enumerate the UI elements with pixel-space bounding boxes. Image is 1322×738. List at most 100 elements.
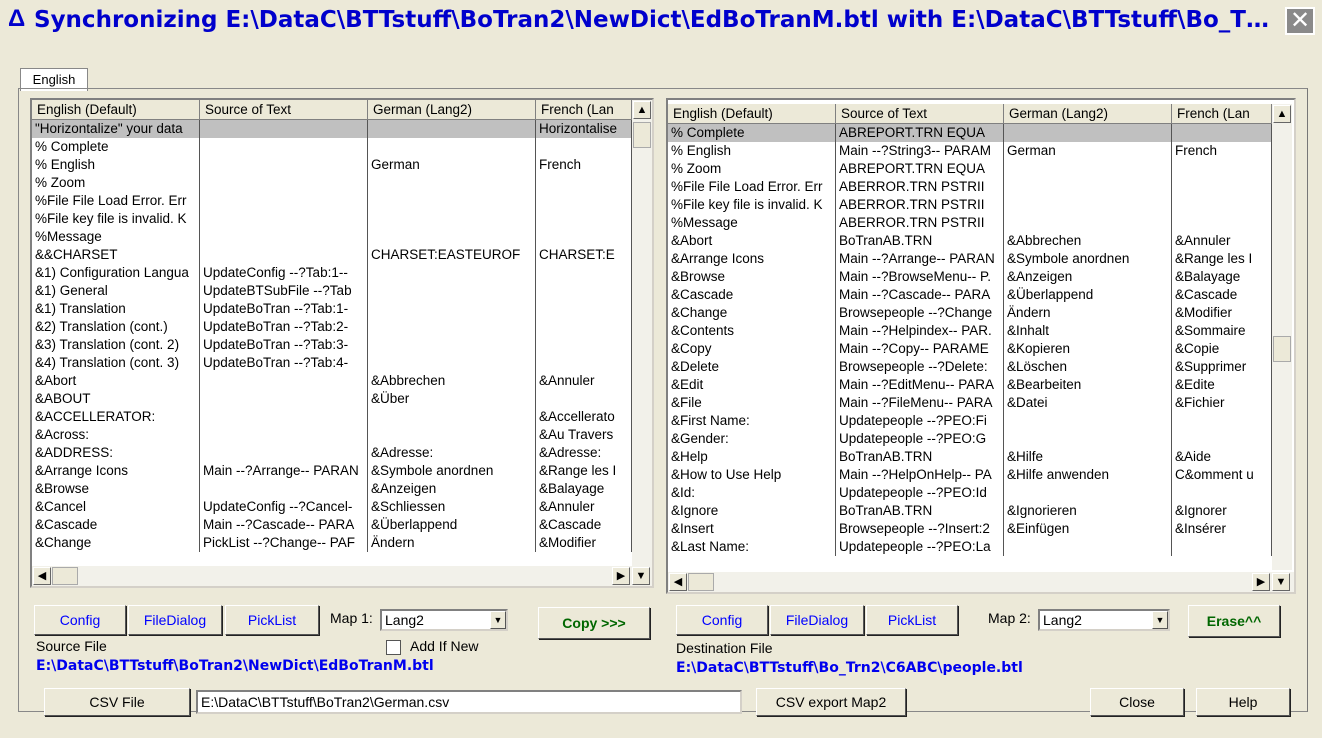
table-row[interactable]: %File key file is invalid. K: [32, 210, 632, 228]
table-row[interactable]: "Horizontalize" your data Horizontalise: [32, 120, 632, 138]
chevron-down-icon[interactable]: ▼: [1152, 611, 1168, 629]
right-picklist-button[interactable]: PickList: [866, 605, 958, 635]
table-cell: Main --?String3-- PARAM: [836, 142, 1004, 160]
table-row[interactable]: &Id: Updatepeople --?PEO:Id: [668, 484, 1272, 502]
right-config-button[interactable]: Config: [676, 605, 768, 635]
copy-button[interactable]: Copy >>>: [538, 607, 650, 639]
source-grid[interactable]: English (Default) Source of Text German (L…: [30, 98, 654, 588]
table-row[interactable]: &Cascade Main --?Cascade-- PARA &Überlappe…: [32, 516, 632, 534]
left-filedialog-button[interactable]: FileDialog: [128, 605, 222, 635]
close-button[interactable]: Close: [1090, 688, 1184, 716]
table-row[interactable]: &Browse Main --?BrowseMenu-- P. &Anzeigen &…: [668, 268, 1272, 286]
scroll-down-icon[interactable]: ▼: [632, 567, 650, 585]
table-row[interactable]: &File Main --?FileMenu-- PARA &Datei &Fichi…: [668, 394, 1272, 412]
table-row[interactable]: &Contents Main --?Helpindex-- PAR. &Inhalt…: [668, 322, 1272, 340]
chevron-down-icon[interactable]: ▼: [490, 611, 506, 629]
scroll-down-icon[interactable]: ▼: [1272, 573, 1290, 591]
table-row[interactable]: &How to Use Help Main --?HelpOnHelp-- PA &…: [668, 466, 1272, 484]
table-row[interactable]: &Cascade Main --?Cascade-- PARA &Überlappe…: [668, 286, 1272, 304]
table-row[interactable]: &Arrange Icons Main --?Arrange-- PARAN &Sy…: [32, 462, 632, 480]
column-header[interactable]: French (Lan: [1172, 104, 1272, 124]
table-row[interactable]: %File File Load Error. Err: [32, 192, 632, 210]
table-row[interactable]: %File key file is invalid. K ABERROR.TRN …: [668, 196, 1272, 214]
table-row[interactable]: &4) Translation (cont. 3) UpdateBoTran --…: [32, 354, 632, 372]
table-row[interactable]: &2) Translation (cont.) UpdateBoTran --?T…: [32, 318, 632, 336]
column-header[interactable]: German (Lang2): [368, 100, 536, 120]
table-row[interactable]: % Zoom ABREPORT.TRN EQUA: [668, 160, 1272, 178]
erase-button[interactable]: Erase^^: [1188, 605, 1280, 637]
destination-vertical-scrollbar[interactable]: ▲: [1272, 104, 1292, 570]
close-icon[interactable]: ✕: [1285, 7, 1315, 35]
table-row[interactable]: &Abort &Abbrechen &Annuler: [32, 372, 632, 390]
scroll-left-icon[interactable]: ◀: [33, 567, 51, 585]
table-row[interactable]: &ADDRESS: &Adresse: &Adresse:: [32, 444, 632, 462]
table-row[interactable]: &Insert Browsepeople --?Insert:2 &Einfügen…: [668, 520, 1272, 538]
map1-select[interactable]: Lang2 ▼: [380, 609, 508, 631]
table-row[interactable]: &Ignore BoTranAB.TRN &Ignorieren &Ignorer: [668, 502, 1272, 520]
table-cell: %Message: [32, 228, 200, 246]
table-row[interactable]: &Copy Main --?Copy-- PARAME &Kopieren &Copi…: [668, 340, 1272, 358]
scroll-up-icon[interactable]: ▲: [1273, 105, 1291, 123]
column-header[interactable]: French (Lan: [536, 100, 632, 120]
hscroll-thumb[interactable]: [52, 567, 78, 585]
scroll-thumb[interactable]: [633, 122, 651, 148]
map2-select[interactable]: Lang2 ▼: [1038, 609, 1170, 631]
table-cell: &Anzeigen: [1004, 268, 1172, 286]
table-row[interactable]: &First Name: Updatepeople --?PEO:Fi: [668, 412, 1272, 430]
table-row[interactable]: &Change PickList --?Change-- PAF Ändern &Mo…: [32, 534, 632, 552]
source-horizontal-scrollbar[interactable]: ◀ ▶ ▼: [32, 566, 652, 586]
table-row[interactable]: &Help BoTranAB.TRN &Hilfe &Aide: [668, 448, 1272, 466]
scroll-left-icon[interactable]: ◀: [669, 573, 687, 591]
column-header[interactable]: English (Default): [32, 100, 200, 120]
destination-horizontal-scrollbar[interactable]: ◀ ▶ ▼: [668, 572, 1294, 592]
table-row[interactable]: % Complete ABREPORT.TRN EQUA: [668, 124, 1272, 142]
table-row[interactable]: &ACCELLERATOR: &Accellerato: [32, 408, 632, 426]
table-row[interactable]: &1) Translation UpdateBoTran --?Tab:1-: [32, 300, 632, 318]
table-row[interactable]: &Delete Browsepeople --?Delete: &Löschen &S…: [668, 358, 1272, 376]
table-row[interactable]: %Message: [32, 228, 632, 246]
table-row[interactable]: %File File Load Error. Err ABERROR.TRN PS…: [668, 178, 1272, 196]
left-config-button[interactable]: Config: [34, 605, 126, 635]
table-row[interactable]: &Last Name: Updatepeople --?PEO:La: [668, 538, 1272, 556]
scroll-right-icon[interactable]: ▶: [612, 567, 630, 585]
hscroll-thumb[interactable]: [688, 573, 714, 591]
table-row[interactable]: % English Main --?String3-- PARAM German Fr…: [668, 142, 1272, 160]
table-row[interactable]: &Across: &Au Travers: [32, 426, 632, 444]
table-cell: &Edit: [668, 376, 836, 394]
table-cell: &Change: [32, 534, 200, 552]
table-cell: [1172, 124, 1272, 142]
right-filedialog-button[interactable]: FileDialog: [770, 605, 864, 635]
scroll-up-icon[interactable]: ▲: [633, 101, 651, 119]
csv-file-button[interactable]: CSV File: [44, 688, 190, 716]
table-row[interactable]: %Message ABERROR.TRN PSTRII: [668, 214, 1272, 232]
left-picklist-button[interactable]: PickList: [225, 605, 319, 635]
table-row[interactable]: &Edit Main --?EditMenu-- PARA &Bearbeiten &…: [668, 376, 1272, 394]
table-row[interactable]: &Abort BoTranAB.TRN &Abbrechen &Annuler: [668, 232, 1272, 250]
csv-export-button[interactable]: CSV export Map2: [756, 688, 906, 716]
table-row[interactable]: % Zoom: [32, 174, 632, 192]
table-row[interactable]: &Arrange Icons Main --?Arrange-- PARAN &Sy…: [668, 250, 1272, 268]
table-row[interactable]: &ABOUT &Über: [32, 390, 632, 408]
add-if-new-checkbox[interactable]: [386, 640, 401, 655]
table-row[interactable]: % English German French: [32, 156, 632, 174]
scroll-thumb[interactable]: [1273, 336, 1291, 362]
help-button[interactable]: Help: [1196, 688, 1290, 716]
column-header[interactable]: Source of Text: [200, 100, 368, 120]
csv-path-field[interactable]: E:\DataC\BTTstuff\BoTran2\German.csv: [196, 690, 742, 714]
table-row[interactable]: &&CHARSET CHARSET:EASTEUROF CHARSET:E: [32, 246, 632, 264]
table-row[interactable]: &Browse &Anzeigen &Balayage: [32, 480, 632, 498]
table-cell: &Au Travers: [536, 426, 632, 444]
table-row[interactable]: &Cancel UpdateConfig --?Cancel- &Schliesse…: [32, 498, 632, 516]
table-row[interactable]: &1) General UpdateBTSubFile --?Tab: [32, 282, 632, 300]
table-row[interactable]: % Complete: [32, 138, 632, 156]
source-vertical-scrollbar[interactable]: ▲: [632, 100, 652, 566]
table-row[interactable]: &3) Translation (cont. 2) UpdateBoTran --…: [32, 336, 632, 354]
table-row[interactable]: &Gender: Updatepeople --?PEO:G: [668, 430, 1272, 448]
scroll-right-icon[interactable]: ▶: [1252, 573, 1270, 591]
table-row[interactable]: &Change Browsepeople --?Change Ändern &Modi…: [668, 304, 1272, 322]
table-row[interactable]: &1) Configuration Langua UpdateConfig --?…: [32, 264, 632, 282]
column-header[interactable]: German (Lang2): [1004, 104, 1172, 124]
column-header[interactable]: English (Default): [668, 104, 836, 124]
column-header[interactable]: Source of Text: [836, 104, 1004, 124]
destination-grid[interactable]: English (Default) Source of Text German (L…: [666, 98, 1296, 594]
